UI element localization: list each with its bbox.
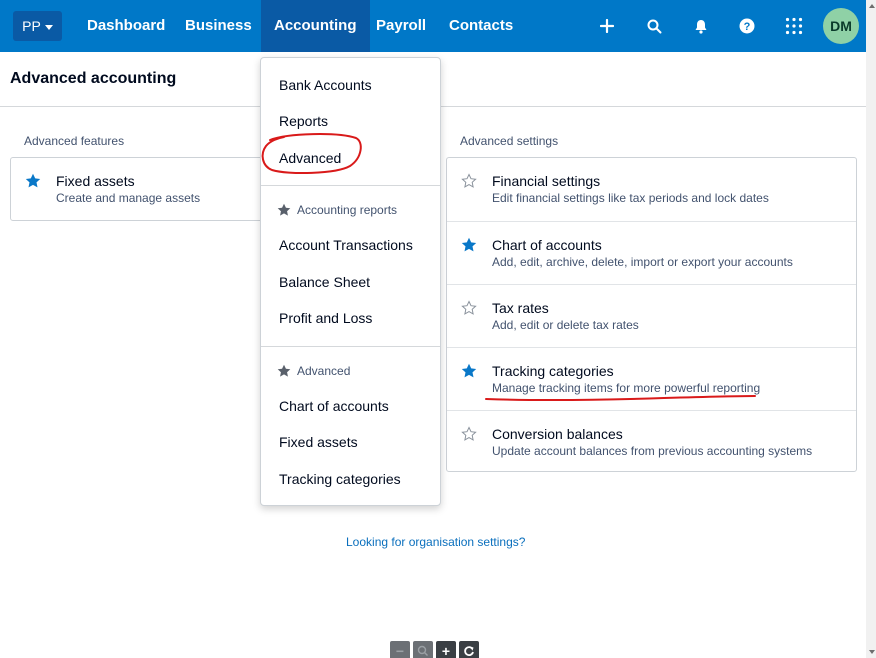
settings-desc: Update account balances from previous ac… xyxy=(492,444,813,458)
settings-title: Financial settings xyxy=(492,173,601,189)
feature-title: Fixed assets xyxy=(56,173,135,189)
settings-card: Financial settings Edit financial settin… xyxy=(446,157,857,472)
settings-row-financial[interactable]: Financial settings Edit financial settin… xyxy=(447,158,856,221)
settings-row-tracking-categories[interactable]: Tracking categories Manage tracking item… xyxy=(447,347,856,410)
scroll-up-icon[interactable] xyxy=(869,4,875,8)
organisation-settings-link[interactable]: Looking for organisation settings? xyxy=(346,535,525,549)
settings-desc: Add, edit, archive, delete, import or ex… xyxy=(492,255,793,269)
star-filled-icon xyxy=(277,203,291,216)
svg-text:?: ? xyxy=(744,21,751,33)
menu-item-account-transactions[interactable]: Account Transactions xyxy=(279,237,413,253)
settings-row-chart-of-accounts[interactable]: Chart of accounts Add, edit, archive, de… xyxy=(447,221,856,284)
page-scrollbar[interactable] xyxy=(866,0,876,658)
star-filled-icon[interactable] xyxy=(461,363,477,379)
star-outline-icon[interactable] xyxy=(461,173,477,189)
accounting-dropdown-menu: Bank Accounts Reports Advanced Accountin… xyxy=(260,57,441,506)
org-label: PP xyxy=(22,18,41,34)
menu-item-fixed-assets[interactable]: Fixed assets xyxy=(279,434,358,450)
nav-business[interactable]: Business xyxy=(185,0,252,52)
zoom-out-icon[interactable]: − xyxy=(390,641,410,658)
menu-heading-advanced: Advanced xyxy=(277,364,350,378)
settings-section-label: Advanced settings xyxy=(460,134,559,148)
menu-item-reports[interactable]: Reports xyxy=(279,113,328,129)
settings-title: Conversion balances xyxy=(492,426,623,442)
top-nav-bar: PP Dashboard Business Accounting Payroll… xyxy=(0,0,866,52)
menu-item-bank-accounts[interactable]: Bank Accounts xyxy=(279,77,372,93)
nav-contacts[interactable]: Contacts xyxy=(449,0,513,52)
settings-row-conversion-balances[interactable]: Conversion balances Update account balan… xyxy=(447,410,856,473)
zoom-in-icon[interactable]: + xyxy=(436,641,456,658)
settings-title: Tax rates xyxy=(492,300,549,316)
features-section-label: Advanced features xyxy=(24,134,125,148)
settings-desc: Manage tracking items for more powerful … xyxy=(492,381,761,395)
star-filled-icon[interactable] xyxy=(25,173,41,189)
menu-item-tracking-categories[interactable]: Tracking categories xyxy=(279,471,401,487)
feature-row-fixed-assets[interactable]: Fixed assets Create and manage assets xyxy=(11,158,271,221)
star-filled-icon xyxy=(277,364,291,377)
help-icon[interactable]: ? xyxy=(734,13,760,39)
caret-down-icon xyxy=(44,24,53,30)
menu-item-balance-sheet[interactable]: Balance Sheet xyxy=(279,274,370,290)
zoom-controls: − + xyxy=(390,641,479,658)
zoom-reset-icon[interactable] xyxy=(413,641,433,658)
settings-title: Tracking categories xyxy=(492,363,614,379)
user-avatar[interactable]: DM xyxy=(823,8,859,44)
nav-payroll[interactable]: Payroll xyxy=(376,0,426,52)
settings-title: Chart of accounts xyxy=(492,237,602,253)
bell-icon[interactable] xyxy=(688,13,714,39)
feature-desc: Create and manage assets xyxy=(56,191,201,205)
settings-desc: Add, edit or delete tax rates xyxy=(492,318,639,332)
menu-heading-label: Advanced xyxy=(297,364,351,378)
scroll-down-icon[interactable] xyxy=(869,650,875,654)
menu-item-advanced[interactable]: Advanced xyxy=(279,150,341,166)
menu-item-profit-and-loss[interactable]: Profit and Loss xyxy=(279,310,372,326)
nav-accounting[interactable]: Accounting xyxy=(261,0,370,52)
star-filled-icon[interactable] xyxy=(461,237,477,253)
settings-row-tax-rates[interactable]: Tax rates Add, edit or delete tax rates xyxy=(447,284,856,347)
refresh-icon[interactable] xyxy=(459,641,479,658)
settings-desc: Edit financial settings like tax periods… xyxy=(492,191,769,205)
menu-heading-label: Accounting reports xyxy=(297,203,398,217)
menu-divider xyxy=(261,346,440,347)
org-switcher-button[interactable]: PP xyxy=(13,11,62,41)
nav-dashboard[interactable]: Dashboard xyxy=(87,0,165,52)
menu-item-chart-of-accounts[interactable]: Chart of accounts xyxy=(279,398,389,414)
page-title: Advanced accounting xyxy=(10,70,177,87)
search-icon[interactable] xyxy=(641,13,667,39)
star-outline-icon[interactable] xyxy=(461,426,477,442)
app-grid-icon[interactable] xyxy=(781,13,807,39)
plus-icon[interactable] xyxy=(594,13,620,39)
menu-divider xyxy=(261,185,440,186)
star-outline-icon[interactable] xyxy=(461,300,477,316)
menu-heading-accounting-reports: Accounting reports xyxy=(277,203,397,217)
features-card: Fixed assets Create and manage assets xyxy=(10,157,272,221)
